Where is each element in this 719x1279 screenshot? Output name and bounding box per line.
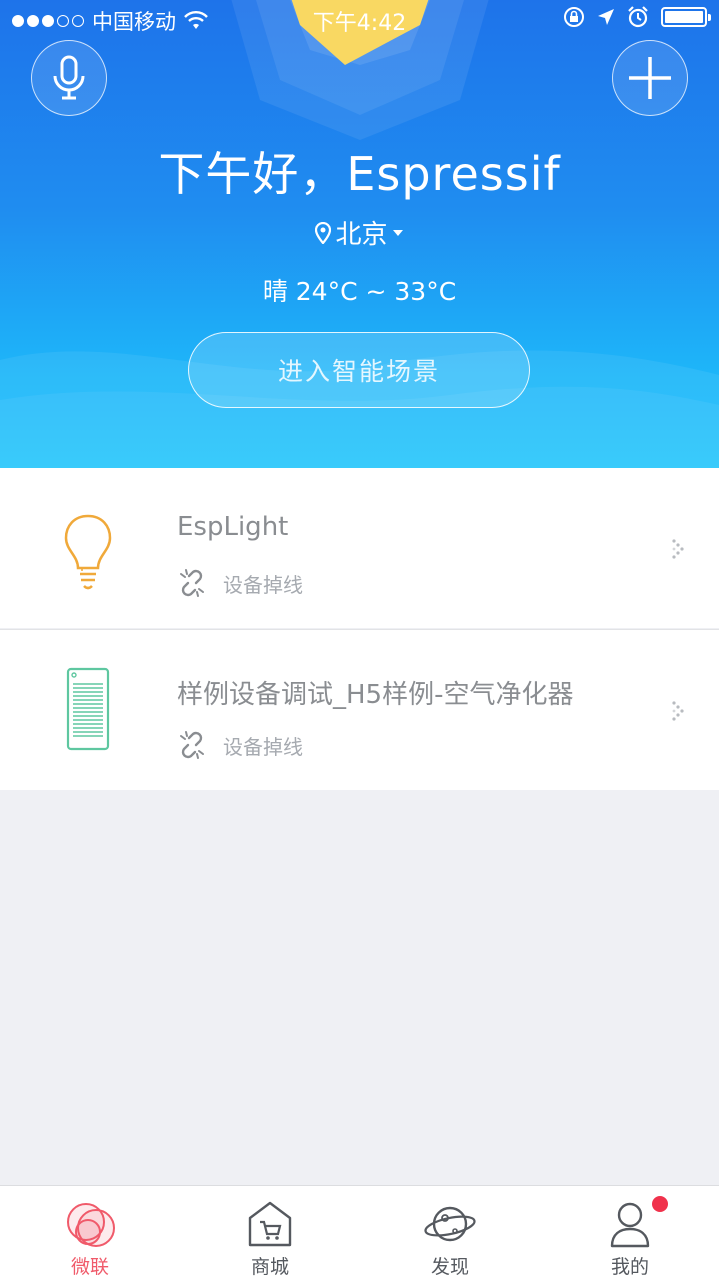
smart-scene-button[interactable]: 进入智能场景 [188,332,530,408]
tab-label: 微联 [70,1256,109,1278]
device-status-label: 设备掉线 [223,572,303,597]
add-device-button[interactable] [612,40,688,116]
user-icon [610,1202,650,1248]
bottom-tab-bar: 微联 商城 发现 我的 [0,1185,719,1279]
greeting-title: 下午好，Espressif [158,147,561,201]
light-bulb-icon [64,514,112,590]
caret-down-icon [392,229,403,236]
location-pin-icon [315,221,332,244]
status-bar: 中国移动 下午4:42 [0,0,719,40]
tab-discover[interactable]: 发现 [390,1186,510,1279]
tab-label: 商城 [250,1256,289,1278]
weilian-circles-icon [67,1203,115,1247]
location-label: 北京 [335,220,388,250]
chevron-right-icon [672,539,684,559]
shop-cart-icon [248,1201,292,1247]
notification-badge [652,1196,668,1212]
planet-icon [424,1206,476,1242]
tab-profile[interactable]: 我的 [570,1186,690,1279]
device-name: EspLight [177,512,289,542]
device-status: 设备掉线 [177,568,303,598]
chevron-right-icon [672,701,684,721]
alarm-icon [628,6,648,28]
microphone-icon [53,55,85,100]
air-purifier-icon [66,667,110,751]
rotation-lock-icon [564,7,584,27]
device-name: 样例设备调试_H5样例-空气净化器 [177,680,574,710]
device-row-esplight[interactable]: EspLight 设备掉线 [0,468,719,628]
device-status-label: 设备掉线 [223,734,303,759]
tab-weilian[interactable]: 微联 [30,1186,150,1279]
plus-icon [629,57,671,99]
weather-text: 晴 24°C ~ 33°C [262,277,457,306]
battery-icon [661,7,711,27]
location-selector[interactable]: 北京 [0,214,719,251]
voice-button[interactable] [31,40,107,116]
broken-link-icon [180,569,204,597]
device-status: 设备掉线 [177,730,303,760]
broken-link-icon [180,731,204,759]
device-row-air-purifier[interactable]: 样例设备调试_H5样例-空气净化器 设备掉线 [0,630,719,790]
tab-label: 我的 [610,1256,649,1278]
tab-shop[interactable]: 商城 [210,1186,330,1279]
location-arrow-icon [598,9,614,25]
tab-label: 发现 [430,1256,469,1278]
